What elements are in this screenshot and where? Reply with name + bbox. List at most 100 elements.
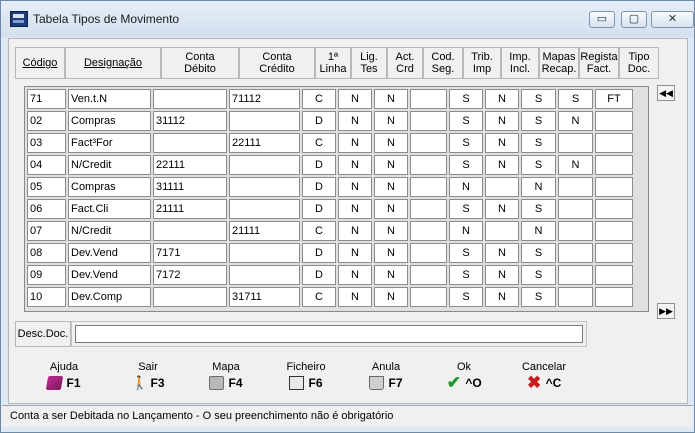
table-cell[interactable]: 04 bbox=[27, 155, 66, 175]
table-cell[interactable]: N bbox=[374, 243, 408, 263]
table-cell[interactable]: N/Credit bbox=[68, 221, 151, 241]
table-cell[interactable]: Dev.Comp bbox=[68, 287, 151, 307]
table-cell[interactable]: S bbox=[521, 265, 556, 285]
table-cell[interactable]: N bbox=[449, 177, 483, 197]
table-cell[interactable]: 08 bbox=[27, 243, 66, 263]
table-cell[interactable] bbox=[595, 155, 633, 175]
desc-doc-input[interactable] bbox=[75, 325, 583, 343]
table-cell[interactable] bbox=[410, 89, 447, 109]
column-header[interactable]: Act. Crd bbox=[387, 47, 423, 79]
table-cell[interactable]: D bbox=[302, 155, 336, 175]
table-cell[interactable]: 21111 bbox=[229, 221, 300, 241]
table-row[interactable]: 05 Compras 31111 D N N N N bbox=[27, 177, 635, 197]
table-cell[interactable] bbox=[153, 133, 227, 153]
column-header[interactable]: Conta Débito bbox=[161, 47, 239, 79]
table-cell[interactable] bbox=[595, 111, 633, 131]
table-cell[interactable] bbox=[558, 221, 593, 241]
table-row[interactable]: 07 N/Credit 21111 C N N N N bbox=[27, 221, 635, 241]
table-cell[interactable] bbox=[410, 221, 447, 241]
table-cell[interactable] bbox=[410, 155, 447, 175]
table-cell[interactable]: S bbox=[521, 199, 556, 219]
fkey-mapa-button[interactable]: Mapa F4 bbox=[191, 361, 261, 393]
table-cell[interactable] bbox=[410, 111, 447, 131]
table-cell[interactable]: N bbox=[338, 89, 372, 109]
column-header[interactable]: Imp. Incl. bbox=[501, 47, 539, 79]
table-cell[interactable]: N bbox=[374, 199, 408, 219]
table-cell[interactable]: C bbox=[302, 89, 336, 109]
column-header[interactable]: Trib. Imp bbox=[463, 47, 501, 79]
table-cell[interactable] bbox=[485, 177, 519, 197]
table-cell[interactable] bbox=[558, 133, 593, 153]
column-header[interactable]: Mapas Recap. bbox=[539, 47, 579, 79]
table-cell[interactable]: S bbox=[521, 111, 556, 131]
table-cell[interactable]: N bbox=[338, 133, 372, 153]
table-cell[interactable]: N bbox=[338, 111, 372, 131]
table-cell[interactable] bbox=[229, 155, 300, 175]
table-cell[interactable]: D bbox=[302, 243, 336, 263]
column-header[interactable]: Cod. Seg. bbox=[423, 47, 463, 79]
table-row[interactable]: 03 Fact³For 22111 C N N S N S bbox=[27, 133, 635, 153]
table-cell[interactable] bbox=[153, 287, 227, 307]
table-cell[interactable]: 31711 bbox=[229, 287, 300, 307]
table-cell[interactable]: N bbox=[338, 199, 372, 219]
table-cell[interactable] bbox=[153, 89, 227, 109]
minimize-button[interactable]: ▭ bbox=[589, 11, 615, 28]
table-cell[interactable] bbox=[595, 221, 633, 241]
fkey-ok-button[interactable]: Ok ✔ ^O bbox=[429, 361, 499, 391]
table-cell[interactable]: N bbox=[338, 177, 372, 197]
table-cell[interactable]: 7171 bbox=[153, 243, 227, 263]
table-cell[interactable] bbox=[410, 177, 447, 197]
table-cell[interactable]: N bbox=[374, 111, 408, 131]
table-cell[interactable]: 7172 bbox=[153, 265, 227, 285]
table-cell[interactable]: 09 bbox=[27, 265, 66, 285]
column-header[interactable]: Regista Fact. bbox=[579, 47, 619, 79]
table-cell[interactable]: N bbox=[338, 221, 372, 241]
table-cell[interactable]: Compras bbox=[68, 111, 151, 131]
table-cell[interactable]: S bbox=[449, 265, 483, 285]
table-cell[interactable]: N bbox=[374, 265, 408, 285]
table-cell[interactable]: 22111 bbox=[229, 133, 300, 153]
table-cell[interactable]: S bbox=[449, 133, 483, 153]
table-cell[interactable]: N bbox=[485, 287, 519, 307]
table-cell[interactable]: 31111 bbox=[153, 177, 227, 197]
table-cell[interactable]: 22111 bbox=[153, 155, 227, 175]
table-cell[interactable] bbox=[595, 287, 633, 307]
table-cell[interactable]: S bbox=[449, 89, 483, 109]
table-cell[interactable]: D bbox=[302, 111, 336, 131]
table-cell[interactable] bbox=[595, 265, 633, 285]
table-cell[interactable] bbox=[595, 133, 633, 153]
table-cell[interactable]: 05 bbox=[27, 177, 66, 197]
table-cell[interactable]: N bbox=[521, 221, 556, 241]
table-cell[interactable]: N bbox=[374, 177, 408, 197]
table-row[interactable]: 08 Dev.Vend 7171 D N N S N S bbox=[27, 243, 635, 263]
table-cell[interactable]: Ven.t.N bbox=[68, 89, 151, 109]
table-cell[interactable]: Dev.Vend bbox=[68, 243, 151, 263]
table-cell[interactable]: N bbox=[374, 89, 408, 109]
table-cell[interactable]: S bbox=[558, 89, 593, 109]
table-cell[interactable] bbox=[229, 177, 300, 197]
table-cell[interactable] bbox=[229, 265, 300, 285]
table-row[interactable]: 10 Dev.Comp 31711 C N N S N S bbox=[27, 287, 635, 307]
fkey-sair-button[interactable]: Sair 🚶 F3 bbox=[113, 361, 183, 390]
table-cell[interactable] bbox=[229, 243, 300, 263]
table-cell[interactable]: D bbox=[302, 265, 336, 285]
table-cell[interactable]: S bbox=[521, 287, 556, 307]
table-cell[interactable] bbox=[595, 243, 633, 263]
table-row[interactable]: 04 N/Credit 22111 D N N S N S N bbox=[27, 155, 635, 175]
table-cell[interactable]: 07 bbox=[27, 221, 66, 241]
table-cell[interactable]: C bbox=[302, 287, 336, 307]
table-row[interactable]: 09 Dev.Vend 7172 D N N S N S bbox=[27, 265, 635, 285]
table-cell[interactable] bbox=[410, 199, 447, 219]
table-cell[interactable] bbox=[595, 199, 633, 219]
table-cell[interactable]: N bbox=[338, 155, 372, 175]
table-cell[interactable]: N bbox=[374, 221, 408, 241]
table-cell[interactable]: Fact³For bbox=[68, 133, 151, 153]
column-header[interactable]: Tipo Doc. bbox=[619, 47, 659, 79]
table-cell[interactable]: C bbox=[302, 221, 336, 241]
table-cell[interactable] bbox=[410, 265, 447, 285]
table-cell[interactable] bbox=[410, 287, 447, 307]
table-cell[interactable]: N bbox=[521, 177, 556, 197]
fkey-anula-button[interactable]: Anula F7 bbox=[351, 361, 421, 393]
table-cell[interactable] bbox=[153, 221, 227, 241]
table-cell[interactable]: S bbox=[521, 89, 556, 109]
